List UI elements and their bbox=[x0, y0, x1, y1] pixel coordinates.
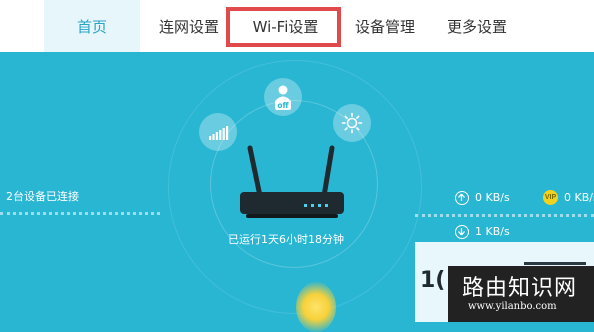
guest-off-icon: off bbox=[275, 85, 291, 110]
top-navbar: 首页 连网设置 Wi-Fi设置 设备管理 更多设置 bbox=[0, 0, 594, 52]
nav-tab-more-settings[interactable]: 更多设置 bbox=[436, 0, 518, 52]
coin-speed-text: 0 KB/s bbox=[564, 191, 594, 204]
upload-arrow-icon bbox=[455, 191, 469, 205]
nav-tab-device-management[interactable]: 设备管理 bbox=[344, 0, 426, 52]
watermark-url: www.yilanbo.com bbox=[468, 301, 557, 312]
uptime-text: 已运行1天6小时18分钟 bbox=[228, 233, 344, 246]
right-dotted-line bbox=[415, 214, 594, 217]
download-speed-text: 1 KB/s bbox=[475, 225, 510, 238]
nav-tab-home[interactable]: 首页 bbox=[44, 0, 140, 52]
connected-devices-text[interactable]: 2台设备已连接 bbox=[6, 188, 79, 204]
sun-icon bbox=[341, 112, 363, 134]
download-arrow-icon bbox=[455, 225, 469, 239]
watermark-title: 路由知识网 bbox=[462, 276, 578, 301]
watermark-partial-text: 1( bbox=[420, 268, 446, 293]
left-dotted-line bbox=[0, 212, 160, 215]
vip-coin-icon: VIP bbox=[543, 190, 558, 205]
watermark-strike bbox=[524, 262, 586, 265]
nav-tab-wifi-settings[interactable]: Wi-Fi设置 bbox=[228, 0, 343, 52]
yellow-glow-indicator bbox=[296, 282, 336, 332]
guest-network-button[interactable]: off bbox=[264, 78, 302, 116]
router-icon[interactable] bbox=[232, 138, 352, 228]
nav-tab-connection-settings[interactable]: 连网设置 bbox=[148, 0, 230, 52]
guest-off-label: off bbox=[277, 101, 289, 110]
led-brightness-button[interactable] bbox=[333, 104, 371, 142]
upload-speed-text: 0 KB/s bbox=[475, 191, 510, 204]
